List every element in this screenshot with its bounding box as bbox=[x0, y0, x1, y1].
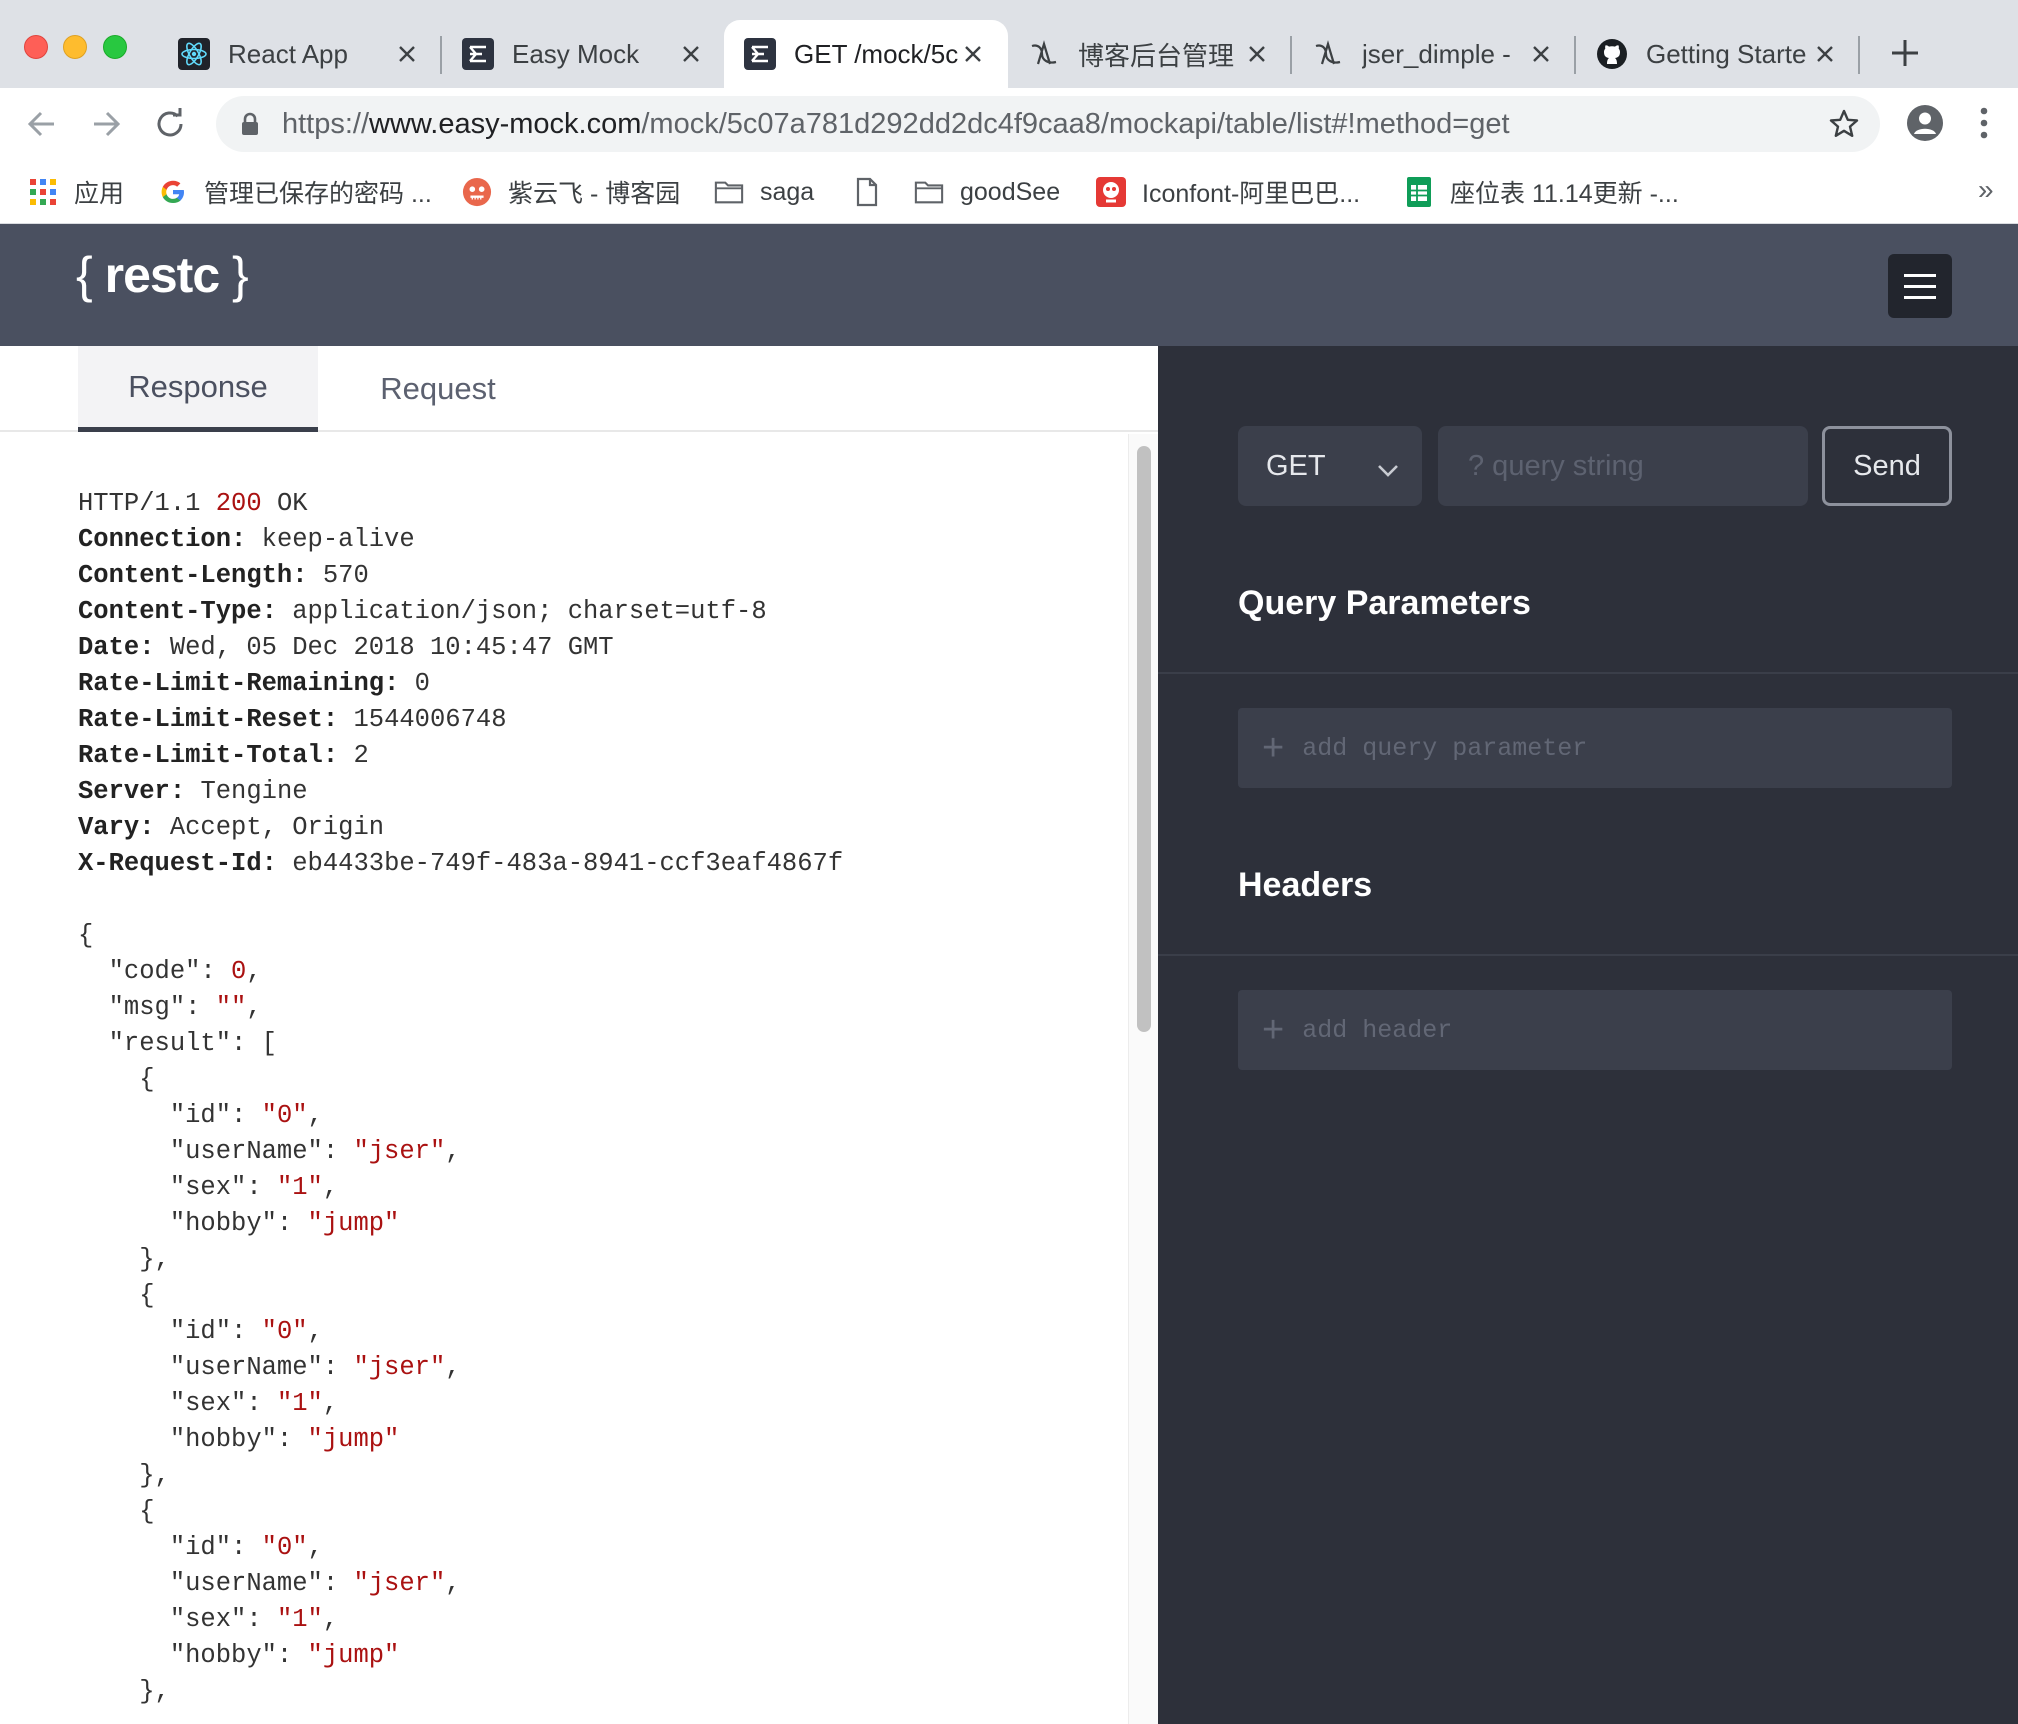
iconfont-icon bbox=[1096, 177, 1126, 207]
method-select[interactable]: GET bbox=[1238, 426, 1422, 506]
tab-title: jser_dimple - bbox=[1362, 38, 1511, 69]
bookmark-star-icon[interactable] bbox=[1828, 108, 1860, 145]
tab-title: Getting Starte bbox=[1646, 38, 1807, 69]
google-icon bbox=[158, 177, 188, 207]
apps-grid-icon bbox=[28, 177, 58, 207]
restc-logo: { restc } bbox=[76, 247, 249, 303]
back-button[interactable] bbox=[20, 102, 64, 146]
plus-icon: + bbox=[1262, 727, 1285, 769]
response-code-view[interactable]: HTTP/1.1 200 OK Connection: keep-alive C… bbox=[0, 434, 1128, 1724]
bookmark-label: 管理已保存的密码 ... bbox=[204, 180, 432, 208]
bookmark-label: goodSee bbox=[960, 177, 1061, 206]
bookmark-label: 应用 bbox=[74, 180, 125, 208]
lock-icon[interactable] bbox=[240, 112, 260, 141]
bookmark-label: Iconfont-阿里巴巴... bbox=[1142, 180, 1361, 208]
close-icon[interactable] bbox=[958, 39, 988, 69]
tab-title: 博客后台管理 bbox=[1078, 40, 1235, 71]
bookmarks-bar: 应用 管理已保存的密码 ... 紫云飞 - 博客园 saga goodSee I… bbox=[0, 160, 2018, 224]
bookmark-label: 座位表 11.14更新 -... bbox=[1450, 180, 1679, 208]
scrollbar[interactable] bbox=[1128, 434, 1158, 1724]
browser-tab-react-app[interactable]: React App bbox=[158, 20, 442, 88]
add-header-button[interactable]: + add header bbox=[1238, 990, 1952, 1070]
yuque-icon bbox=[1312, 38, 1344, 70]
easy-mock-icon bbox=[462, 38, 494, 70]
response-text: HTTP/1.1 200 OK Connection: keep-alive C… bbox=[78, 489, 844, 1706]
bookmarks-overflow-button[interactable]: » bbox=[1978, 174, 1994, 206]
tab-request[interactable]: Request bbox=[318, 346, 558, 432]
easy-mock-icon bbox=[744, 38, 776, 70]
close-icon[interactable] bbox=[392, 39, 422, 69]
sheets-icon bbox=[1404, 177, 1434, 207]
page-icon bbox=[852, 177, 882, 207]
browser-tab-strip: React App Easy Mock GET /mock/5c 博客后台管理 … bbox=[0, 0, 2018, 88]
avatar-icon bbox=[462, 177, 492, 207]
app-header: { restc } bbox=[0, 224, 2018, 346]
close-icon[interactable] bbox=[1810, 39, 1840, 69]
panel-tabs: Response Request bbox=[0, 346, 1158, 432]
bookmark-label: saga bbox=[760, 177, 815, 206]
method-value: GET bbox=[1266, 449, 1326, 482]
bookmark-passwords[interactable]: 管理已保存的密码 ... bbox=[158, 172, 432, 212]
add-header-label: add header bbox=[1302, 1015, 1453, 1045]
bookmark-apps[interactable]: 应用 bbox=[28, 172, 124, 212]
yuque-icon bbox=[1028, 38, 1060, 70]
browser-tab-get-mock[interactable]: GET /mock/5c bbox=[724, 20, 1008, 88]
github-icon bbox=[1596, 38, 1628, 70]
reload-button[interactable] bbox=[148, 102, 192, 146]
hamburger-icon bbox=[1904, 273, 1936, 277]
browser-tab-blog-admin[interactable]: 博客后台管理 bbox=[1008, 20, 1292, 88]
tab-response[interactable]: Response bbox=[78, 346, 318, 432]
tab-title: React App bbox=[228, 38, 348, 69]
arrow-left-icon bbox=[27, 111, 54, 137]
maximize-window-button[interactable] bbox=[103, 35, 127, 59]
bookmark-ziyunfei[interactable]: 紫云飞 - 博客园 bbox=[462, 172, 680, 212]
url-text: https://www.easy-mock.com/mock/5c07a781d… bbox=[282, 108, 1510, 140]
plus-icon: + bbox=[1262, 1009, 1285, 1051]
arrow-right-icon bbox=[94, 111, 121, 137]
scrollbar-thumb[interactable] bbox=[1137, 446, 1151, 1032]
send-button[interactable]: Send bbox=[1822, 426, 1952, 506]
headers-title: Headers bbox=[1238, 866, 1373, 904]
address-bar[interactable]: https://www.easy-mock.com/mock/5c07a781d… bbox=[216, 96, 1880, 152]
minimize-window-button[interactable] bbox=[63, 35, 87, 59]
menu-button[interactable] bbox=[1888, 254, 1952, 318]
browser-tab-easy-mock[interactable]: Easy Mock bbox=[442, 20, 726, 88]
add-query-parameter-label: add query parameter bbox=[1302, 733, 1588, 763]
query-parameters-title: Query Parameters bbox=[1238, 584, 1531, 622]
reload-icon bbox=[157, 108, 183, 137]
add-query-parameter-button[interactable]: + add query parameter bbox=[1238, 708, 1952, 788]
profile-avatar-icon[interactable] bbox=[1906, 104, 1944, 147]
more-vert-icon[interactable] bbox=[1976, 104, 1992, 147]
bookmark-saga[interactable]: saga bbox=[714, 172, 814, 212]
query-string-input[interactable] bbox=[1438, 426, 1808, 506]
browser-toolbar: https://www.easy-mock.com/mock/5c07a781d… bbox=[0, 88, 2018, 160]
forward-button[interactable] bbox=[84, 102, 128, 146]
bookmark-label: 紫云飞 - 博客园 bbox=[508, 180, 681, 208]
close-icon[interactable] bbox=[1242, 39, 1272, 69]
tab-title: Easy Mock bbox=[512, 38, 640, 69]
plus-icon bbox=[1892, 40, 1918, 66]
bookmark-page[interactable] bbox=[852, 172, 898, 212]
browser-tab-getting-started[interactable]: Getting Starte bbox=[1576, 20, 1860, 88]
folder-icon bbox=[714, 177, 744, 207]
close-icon[interactable] bbox=[676, 39, 706, 69]
tab-title: GET /mock/5c bbox=[794, 38, 958, 69]
bookmark-seating-chart[interactable]: 座位表 11.14更新 -... bbox=[1404, 172, 1679, 212]
folder-icon bbox=[914, 177, 944, 207]
browser-tab-jser-dimple[interactable]: jser_dimple - bbox=[1292, 20, 1576, 88]
chevron-down-icon bbox=[1376, 454, 1400, 487]
response-panel: Response Request HTTP/1.1 200 OK Connect… bbox=[0, 346, 1158, 1724]
bookmark-iconfont[interactable]: Iconfont-阿里巴巴... bbox=[1096, 172, 1360, 212]
close-icon[interactable] bbox=[1526, 39, 1556, 69]
request-builder: GET Send Query Parameters + add query pa… bbox=[1158, 346, 2018, 1724]
close-window-button[interactable] bbox=[24, 35, 48, 59]
bookmark-goodsee[interactable]: goodSee bbox=[914, 172, 1060, 212]
new-tab-button[interactable] bbox=[1888, 36, 1922, 70]
react-icon bbox=[178, 38, 210, 70]
